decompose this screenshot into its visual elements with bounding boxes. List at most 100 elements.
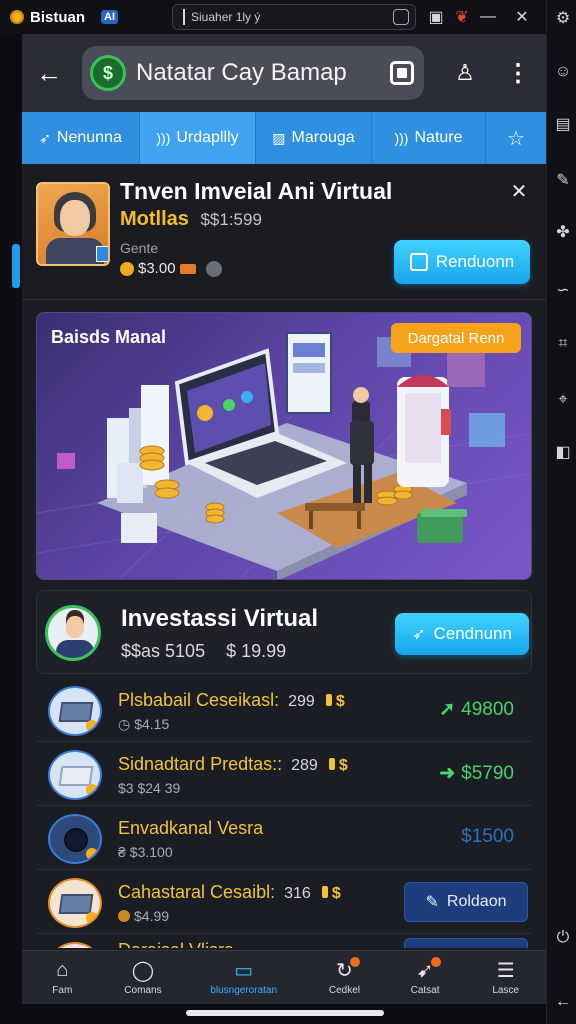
side-rail: ⚙ ☺ ▤ ✎ ✤ ∽ ⌗ ⌖ ◧ ⏻ ← [546, 0, 576, 1024]
tab-label: Urdapllly [176, 129, 239, 146]
list-item[interactable]: Daraisal Vlisra [36, 936, 532, 948]
product-subtitle: Motllas $$1:599 [120, 208, 262, 230]
location-icon[interactable]: ⌖ [553, 390, 573, 410]
nav-cedkel[interactable]: ↻ Cedkel [304, 951, 385, 1004]
list-item[interactable]: Sidnadtard Predtas:: 289 $ $3 $24 39 ➜ $5… [36, 744, 532, 806]
item-action-button[interactable] [404, 938, 528, 948]
item-title: Envadkanal Vesra [118, 818, 264, 838]
tab-label: Marouga [291, 129, 355, 146]
item-thumbnail [48, 878, 102, 928]
ai-badge[interactable]: AI [101, 10, 119, 24]
tab-marouga[interactable]: ▨ Marouga [256, 112, 372, 164]
product-title: Tnven Imveial Ani Virtual [120, 178, 393, 204]
tabs-icon[interactable] [390, 61, 414, 85]
tab-nenunna[interactable]: ➶ Nenunna [22, 112, 140, 164]
product-avatar[interactable] [36, 182, 110, 266]
nav-catsat[interactable]: ➹ Catsat [385, 951, 466, 1004]
back-arrow-icon[interactable]: ← [553, 992, 573, 1012]
list-icon: ☰ [496, 959, 515, 982]
settings-icon[interactable]: ⚙ [553, 8, 573, 28]
home-indicator[interactable] [186, 1010, 384, 1016]
tab-nature[interactable]: ))) Nature [372, 112, 486, 164]
coins-icon: ₴ [118, 844, 126, 860]
item-title: Plsbabail Ceseikasl: [118, 690, 280, 710]
item-subtitle: $3 $24 39 [118, 780, 181, 796]
title-pill[interactable]: $ Natatar Cay Bamap [82, 46, 424, 100]
more-menu-icon[interactable]: ⋮ [506, 58, 530, 88]
avatar[interactable] [45, 605, 101, 661]
list-item[interactable]: Plsbabail Ceseikasl: 299 $ ◷ $4.15 ➚ 49800 [36, 680, 532, 742]
emoji-icon[interactable]: ☺ [553, 62, 573, 82]
document-icon[interactable]: ▤ [553, 114, 573, 134]
item-thumbnail [48, 942, 102, 948]
tag-icon [179, 263, 196, 274]
cendnunn-button[interactable]: ➶ Cendnunn [395, 613, 529, 655]
signature-icon[interactable]: ∽ [553, 280, 573, 300]
item-value: ➜ $5790 [439, 763, 514, 784]
tab-label: Nenunna [56, 129, 122, 146]
item-subtitle: $4.99 [134, 908, 170, 924]
item-value: $1500 [461, 826, 514, 847]
nav-label: blusngeroratan [210, 985, 278, 996]
item-title: Daraisal Vlisra [118, 940, 234, 948]
home-icon: ⌂ [56, 958, 69, 981]
minimize-icon[interactable]: — [478, 7, 498, 27]
info-icon[interactable] [205, 260, 222, 277]
image-icon: ▨ [272, 129, 286, 146]
tab-urdapllly[interactable]: ))) Urdapllly [140, 112, 256, 164]
back-button[interactable]: ← [34, 58, 64, 88]
tv-icon: ▭ [234, 959, 254, 982]
item-subtitle: $3.100 [129, 844, 173, 860]
item-subtitle: $4.15 [134, 716, 170, 732]
nav-label: Catsat [410, 985, 440, 996]
nav-comans[interactable]: ◯ Comans [103, 951, 184, 1004]
chat-icon: ◯ [131, 959, 155, 982]
sidebar-toggle-icon[interactable]: ◧ [553, 442, 573, 462]
leaf-icon: ➶ [412, 626, 426, 643]
nav-label: Fam [52, 985, 73, 996]
pen-icon[interactable]: ✎ [553, 170, 573, 190]
grid-icon [409, 253, 428, 271]
app-logo-icon: $ [90, 55, 126, 91]
leaf-icon: ➶ [39, 129, 51, 146]
nav-blusngeroratan[interactable]: ▭ blusngeroratan [183, 951, 304, 1004]
text-cursor [183, 9, 185, 25]
investasi-title: Investassi Virtual [121, 605, 318, 632]
hero-cta-button[interactable]: Dargatal Renn [391, 323, 521, 353]
edit-icon: ✎ [425, 894, 439, 911]
investment-list: Plsbabail Ceseikasl: 299 $ ◷ $4.15 ➚ 49800… [36, 680, 532, 948]
close-window-icon[interactable]: ✕ [512, 7, 532, 27]
window-search-input[interactable]: Siuaher 1ly ý [172, 4, 416, 30]
roldaon-button[interactable]: ✎ Roldaon [404, 882, 528, 922]
feather-icon[interactable]: ❦ [452, 7, 472, 27]
app-title: Natatar Cay Bamap [136, 59, 347, 86]
window-app-name: Bistuan [30, 8, 86, 26]
account-icon[interactable]: ♙ [452, 60, 478, 86]
close-icon[interactable]: ✕ [508, 180, 530, 203]
renduonn-button[interactable]: Renduonn [394, 240, 530, 284]
coins-icon: $ [335, 693, 345, 710]
edge-indicator [12, 244, 20, 288]
tab-favorites[interactable]: ☆ [486, 112, 546, 164]
investasi-prices: $$as 5105 $ 19.99 [121, 641, 287, 661]
coins-icon: $ [338, 757, 348, 774]
category-tabs: ➶ Nenunna ))) Urdapllly ▨ Marouga ))) Na… [22, 112, 546, 164]
power-icon[interactable]: ⏻ [553, 928, 573, 948]
nav-home[interactable]: ⌂ Fam [22, 951, 103, 1004]
list-item[interactable]: Cahastaral Cesaibl: 316 $ $4.99 ✎ Roldao… [36, 872, 532, 934]
image-icon[interactable]: ▣ [426, 7, 446, 27]
list-item[interactable]: Envadkanal Vesra ₴ $3.100 $1500 [36, 808, 532, 870]
nav-lasce[interactable]: ☰ Lasce [465, 951, 546, 1004]
puzzle-icon[interactable]: ✤ [553, 222, 573, 242]
app-window: ← $ Natatar Cay Bamap ♙ ⋮ ➶ Nenunna ))) … [22, 34, 546, 1004]
bottle-icon [325, 694, 332, 706]
hero-banner[interactable]: Baisds Manal Dargatal Renn [36, 312, 532, 580]
hero-label: Baisds Manal [51, 327, 167, 347]
nav-label: Cedkel [328, 985, 361, 996]
crop-icon[interactable]: ⌗ [553, 334, 573, 354]
nav-label: Comans [124, 985, 162, 996]
window-brand: Bistuan AI [0, 8, 119, 26]
extension-icon[interactable] [393, 9, 409, 25]
item-title: Cahastaral Cesaibl: [118, 882, 276, 902]
bottle-icon [321, 886, 328, 898]
